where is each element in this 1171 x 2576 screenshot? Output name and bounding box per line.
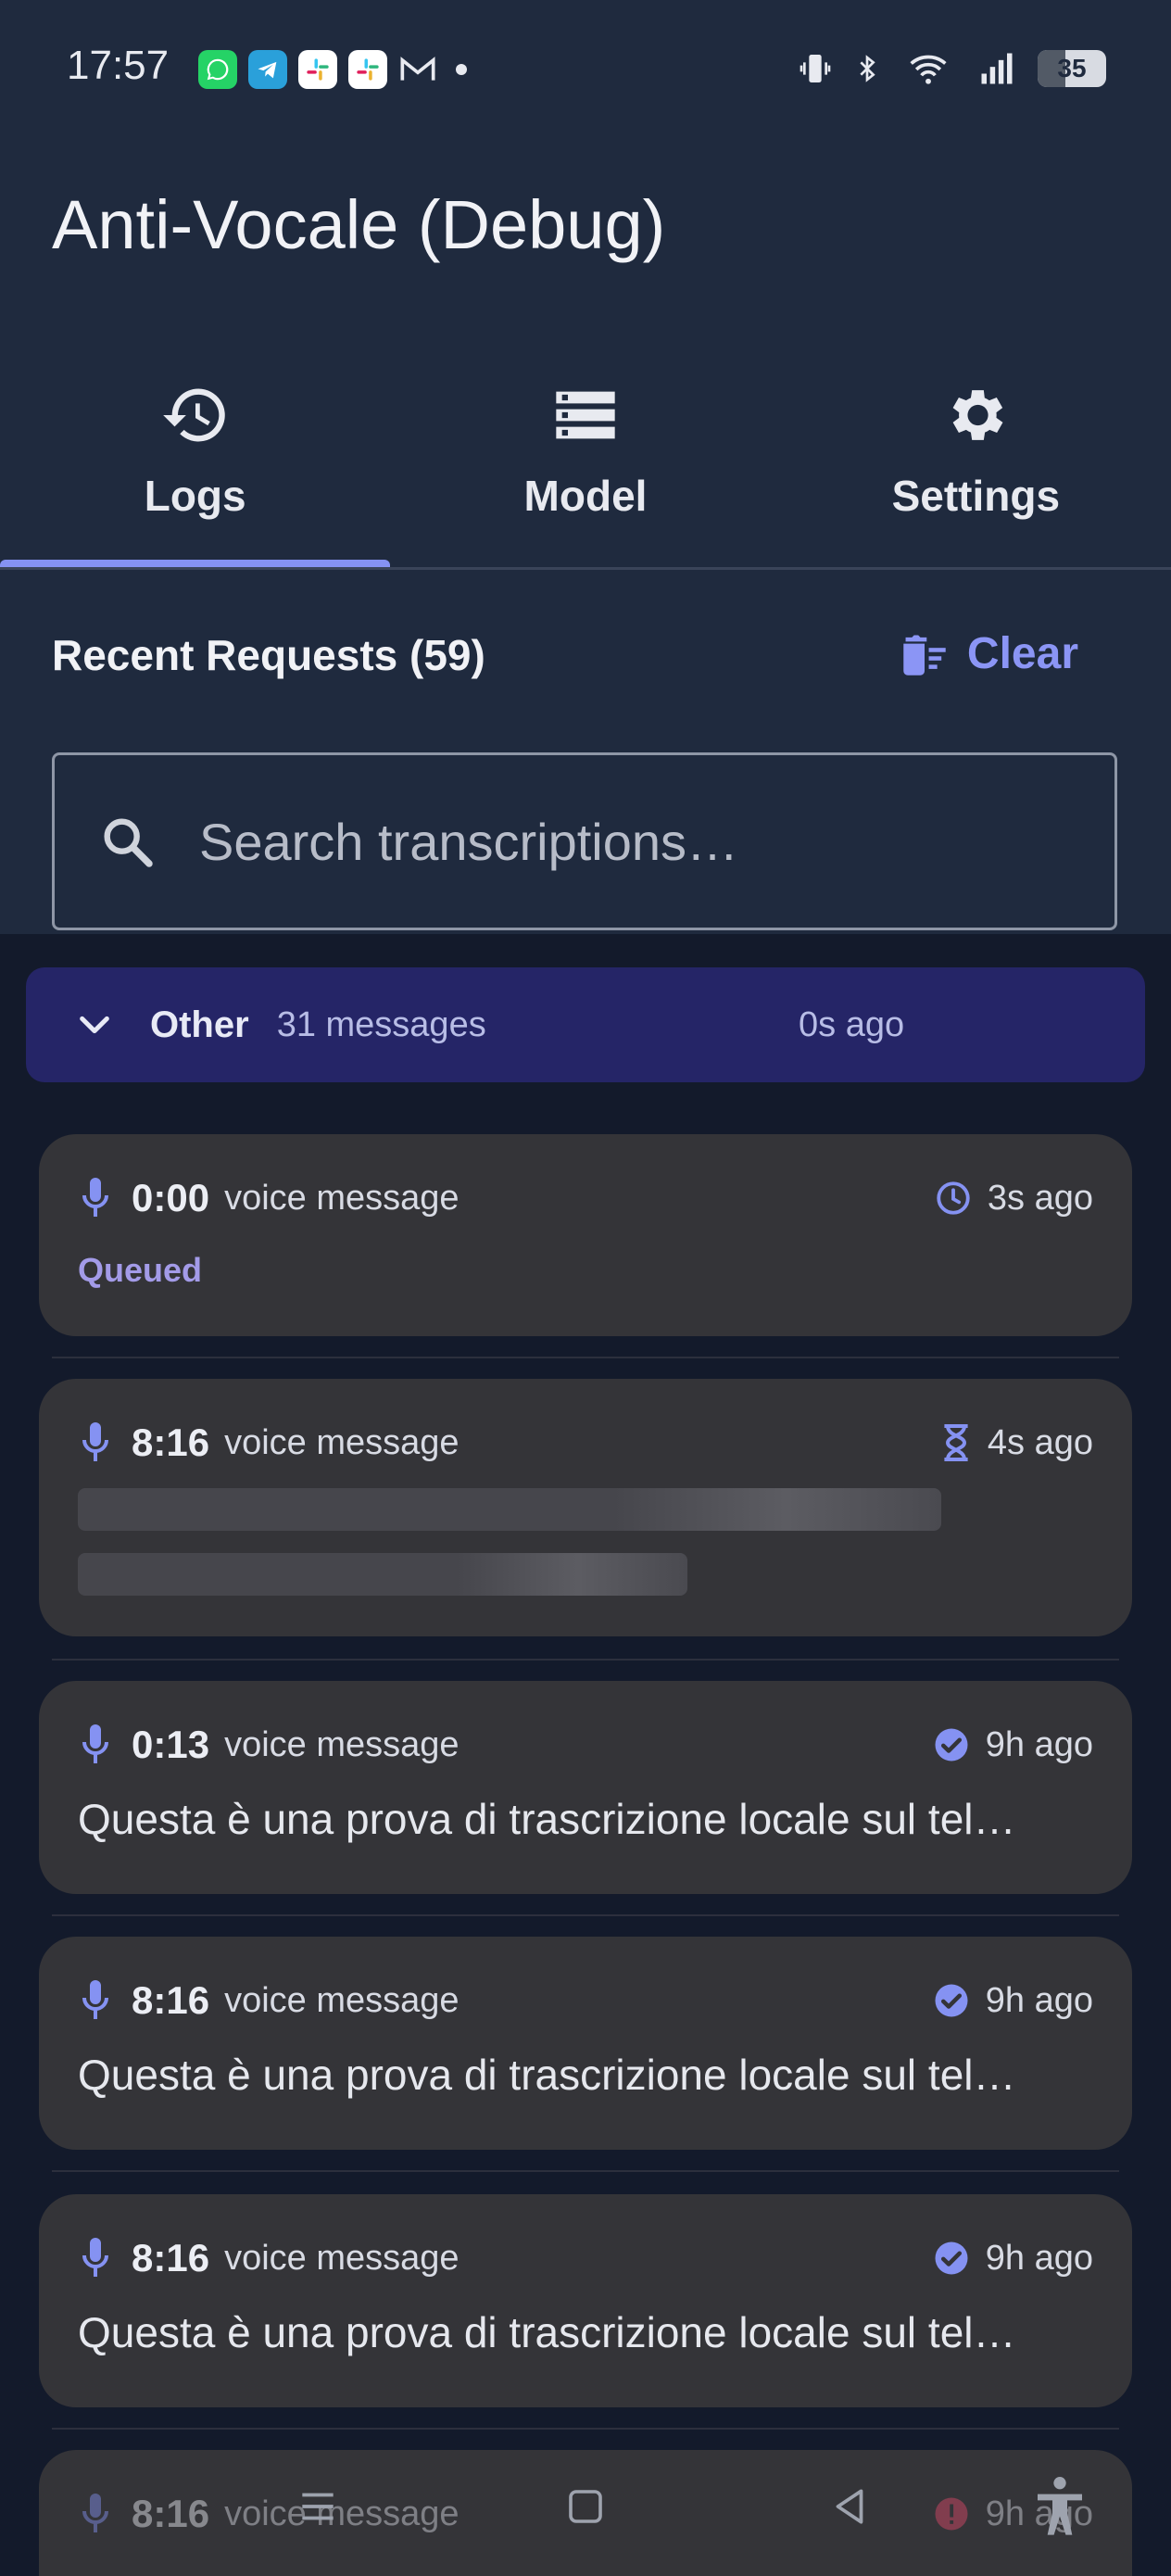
mic-icon [82, 1422, 108, 1461]
log-item[interactable]: 8:16 voice message 9h ago Questa è una p… [39, 1937, 1132, 2150]
storage-icon [556, 391, 615, 439]
item-kind: voice message [224, 1724, 460, 1764]
history-icon [162, 388, 225, 442]
loading-placeholder-line [78, 1488, 941, 1531]
divider [52, 2170, 1119, 2172]
bluetooth-icon [860, 55, 875, 82]
more-notifications-dot [456, 64, 467, 75]
divider [52, 1357, 1119, 1358]
recent-requests-heading: Recent Requests (59) [52, 631, 485, 679]
item-time: 9h ago [985, 1724, 1093, 1764]
battery-level: 35 [1057, 54, 1087, 82]
accessibility-icon [1038, 2477, 1082, 2535]
whatsapp-icon [198, 50, 237, 89]
search-field[interactable] [52, 752, 1117, 930]
mic-icon [82, 1980, 108, 2019]
accessibility-button[interactable] [1030, 2474, 1089, 2544]
back-button[interactable] [826, 2483, 873, 2534]
item-time: 4s ago [987, 1422, 1093, 1462]
item-kind: voice message [224, 2494, 460, 2533]
home-button[interactable] [563, 2483, 608, 2534]
chevron-down-icon [80, 1016, 109, 1034]
log-item[interactable]: 8:16 voice message 4s ago [39, 1379, 1132, 1636]
divider [52, 1914, 1119, 1916]
tab-model-label: Model [523, 472, 648, 520]
recents-button[interactable] [295, 2483, 341, 2534]
gmail-icon [398, 50, 437, 89]
check-circle-icon [935, 2241, 968, 2275]
delete-sweep-icon [903, 635, 946, 676]
item-duration: 8:16 [132, 1421, 210, 1464]
app-title: Anti-Vocale (Debug) [52, 186, 666, 263]
group-header-other[interactable]: Other 31 messages 0s ago [26, 967, 1145, 1082]
tab-bar: Logs Model Settings [0, 361, 1171, 569]
tab-model[interactable]: Model [390, 361, 780, 569]
item-transcription: Questa è una prova di trascrizione local… [78, 1795, 1016, 1843]
status-bar: 17:57 35 [0, 0, 1171, 139]
mic-icon [82, 1178, 108, 1217]
back-triangle-icon [836, 2489, 863, 2524]
log-item[interactable]: 0:00 voice message 3s ago Queued [39, 1134, 1132, 1336]
item-duration: 8:16 [132, 2492, 210, 2535]
telegram-icon [248, 50, 287, 89]
mic-icon [82, 2494, 108, 2532]
group-count: 31 messages [276, 1004, 486, 1044]
item-duration: 0:13 [132, 1723, 210, 1766]
search-input[interactable] [197, 810, 1035, 873]
tabs-divider [0, 567, 1171, 570]
divider [52, 2428, 1119, 2430]
mic-icon [82, 2238, 108, 2277]
item-status: Queued [78, 1251, 203, 1289]
item-duration: 8:16 [132, 2236, 210, 2279]
app-header-area: 17:57 35 Anti-Vocale (Debug) Logs Model … [0, 0, 1171, 934]
slack-icon [298, 50, 337, 89]
signal-icon [981, 53, 1013, 84]
clear-label: Clear [966, 629, 1078, 678]
item-kind: voice message [224, 1422, 460, 1462]
check-circle-icon [935, 1984, 968, 2017]
item-transcription: Questa è una prova di trascrizione local… [78, 2051, 1016, 2099]
tab-settings-label: Settings [891, 472, 1061, 520]
home-square-icon [569, 2490, 602, 2523]
notification-icons [198, 50, 467, 89]
item-time: 3s ago [987, 1178, 1093, 1218]
item-time: 9h ago [985, 2238, 1093, 2278]
log-item[interactable]: 8:16 voice message 9h ago Questa è una p… [39, 2194, 1132, 2407]
status-time: 17:57 [67, 43, 170, 88]
tab-settings[interactable]: Settings [781, 361, 1171, 569]
check-circle-icon [935, 1728, 968, 1762]
clock-icon [937, 1181, 970, 1215]
divider [52, 1659, 1119, 1661]
item-time: 9h ago [985, 1980, 1093, 2020]
clear-button[interactable]: Clear [899, 628, 1078, 679]
mic-icon [82, 1724, 108, 1763]
item-kind: voice message [224, 1980, 460, 2020]
gear-icon [952, 390, 1003, 440]
log-item[interactable]: 0:13 voice message 9h ago Questa è una p… [39, 1681, 1132, 1894]
error-icon [935, 2497, 968, 2531]
hourglass-icon [944, 1424, 968, 1461]
group-title: Other [150, 1004, 249, 1045]
item-transcription: Questa è una prova di trascrizione local… [78, 2308, 1016, 2356]
item-kind: voice message [224, 2238, 460, 2278]
slack-icon [348, 50, 387, 89]
vibrate-icon [800, 55, 831, 82]
tab-logs-label: Logs [144, 472, 246, 520]
system-icons: 35 [797, 48, 1106, 89]
item-duration: 0:00 [132, 1176, 210, 1219]
loading-placeholder-line [78, 1553, 687, 1596]
menu-icon [302, 2493, 334, 2520]
tab-logs[interactable]: Logs [0, 361, 390, 569]
search-icon [104, 818, 153, 867]
item-kind: voice message [224, 1178, 460, 1218]
item-duration: 8:16 [132, 1978, 210, 2022]
wifi-icon [910, 55, 947, 84]
group-time: 0s ago [799, 1004, 905, 1044]
battery-indicator: 35 [1038, 50, 1106, 87]
